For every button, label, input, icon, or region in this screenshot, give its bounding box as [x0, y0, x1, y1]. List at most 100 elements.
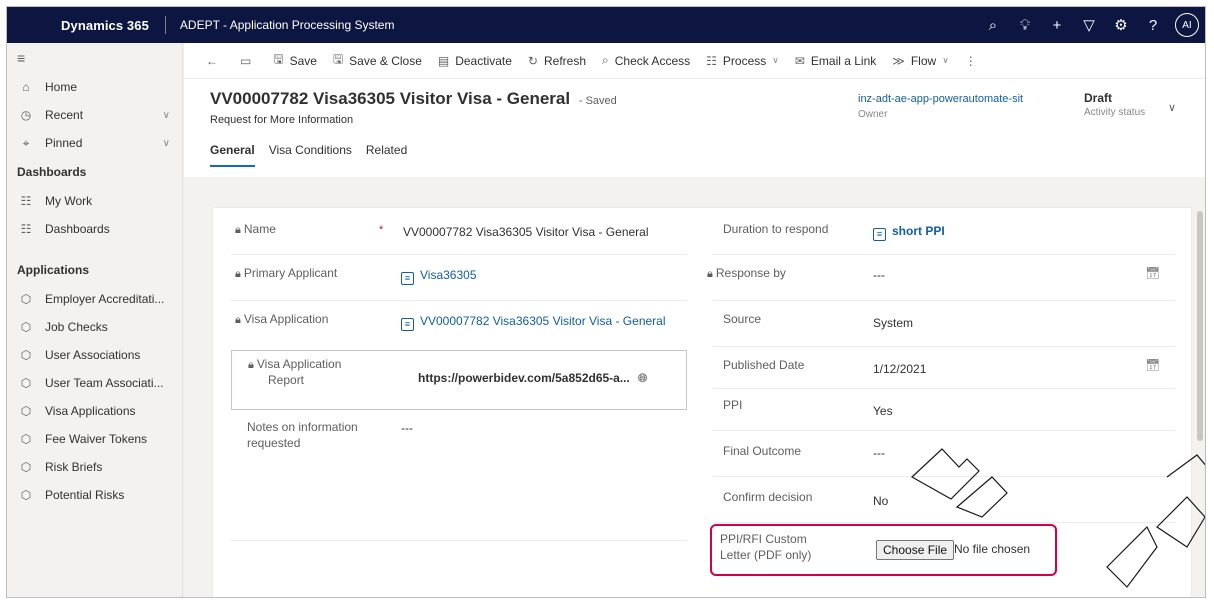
primary-applicant-link[interactable]: Visa36305 — [420, 268, 477, 282]
sidebar-item-dashboards[interactable]: ☷ Dashboards — [7, 215, 182, 243]
save-button[interactable]: 🖫︎ Save — [265, 43, 325, 79]
sidebar-item-label: Potential Risks — [45, 488, 125, 502]
ppi-value[interactable]: Yes — [873, 404, 893, 418]
source-value[interactable]: System — [873, 316, 913, 330]
sidebar-item-my-work[interactable]: ☷ My Work — [7, 187, 182, 215]
calendar-icon[interactable]: 📅︎ — [1145, 358, 1160, 372]
chevron-down-icon: ∨ — [772, 55, 779, 65]
top-icons: ⌕ 💡︎ + ▽ ⚙ ? AI — [977, 7, 1199, 43]
sidebar-item-recent[interactable]: ◷ Recent ∨ — [7, 101, 182, 129]
puzzle-icon: ⬡ — [20, 292, 32, 306]
notes-label-line2: requested — [247, 436, 301, 450]
save-close-button[interactable]: 🖫︎ Save & Close — [325, 43, 430, 79]
sidebar-item-label: Fee Waiver Tokens — [45, 432, 148, 446]
report-url-text[interactable]: https://powerbidev.com/5a852d65-a... — [418, 371, 630, 385]
sidebar-item-visa-applications[interactable]: ⬡ Visa Applications — [7, 397, 182, 425]
plus-icon[interactable]: + — [1041, 7, 1073, 43]
lightbulb-icon[interactable]: 💡︎ — [1009, 7, 1041, 43]
filter-icon[interactable]: ▽ — [1073, 7, 1105, 43]
report-label-line1: Visa Application — [256, 357, 342, 371]
tab-visa-conditions[interactable]: Visa Conditions — [269, 143, 352, 167]
tab-general[interactable]: General — [210, 143, 255, 167]
visa-application-label-text: Visa Application — [243, 312, 329, 326]
gear-icon[interactable]: ⚙ — [1105, 7, 1137, 43]
visa-application-value[interactable]: ≡ VV00007782 Visa36305 Visitor Visa - Gen… — [401, 314, 666, 331]
source-label: Source — [723, 312, 762, 326]
primary-applicant-value[interactable]: ≡ Visa36305 — [401, 268, 477, 285]
sidebar-item-fee-waiver-tokens[interactable]: ⬡ Fee Waiver Tokens — [7, 425, 182, 453]
choose-file-button[interactable]: Choose File — [876, 540, 955, 560]
lock-icon: 🔒︎ — [707, 268, 713, 280]
owner-label: Owner — [858, 109, 888, 120]
confirm-decision-value[interactable]: No — [873, 494, 888, 508]
scrollbar[interactable] — [1193, 207, 1205, 597]
puzzle-icon: ⬡ — [20, 348, 32, 362]
response-by-value[interactable]: --- — [873, 268, 885, 282]
puzzle-icon: ⬡ — [20, 320, 32, 334]
custom-letter-label-line1: PPI/RFI Custom — [720, 532, 807, 546]
record-entity: Request for More Information — [210, 114, 354, 126]
flow-button[interactable]: ≫ Flow ∨ — [884, 43, 957, 79]
popout-button[interactable]: ▭ — [232, 43, 265, 79]
sidebar-item-potential-risks[interactable]: ⬡ Potential Risks — [7, 481, 182, 509]
row-divider — [713, 388, 1175, 389]
row-divider — [713, 300, 1175, 301]
sidebar-item-risk-briefs[interactable]: ⬡ Risk Briefs — [7, 453, 182, 481]
help-icon[interactable]: ? — [1137, 7, 1169, 43]
sidebar-item-label: Visa Applications — [45, 404, 136, 418]
custom-letter-field: PPI/RFI Custom Letter (PDF only) Choose … — [710, 524, 1057, 576]
clock-icon: ◷ — [20, 108, 32, 122]
sidebar-item-user-team-associations[interactable]: ⬡ User Team Associati... — [7, 369, 182, 397]
refresh-button[interactable]: ↻ Refresh — [520, 43, 594, 79]
more-commands-button[interactable]: ⋮ — [957, 43, 991, 79]
row-divider — [231, 540, 687, 541]
scrollbar-thumb[interactable] — [1197, 211, 1203, 441]
sidebar-item-job-checks[interactable]: ⬡ Job Checks — [7, 313, 182, 341]
published-date-value[interactable]: 1/12/2021 — [873, 362, 926, 376]
chevron-down-icon[interactable]: ∨ — [163, 138, 170, 149]
owner-link[interactable]: inz-adt-ae-app-powerautomate-sit — [858, 93, 1023, 105]
sidebar-item-label: Recent — [45, 108, 84, 122]
main-area: ← ▭ 🖫︎ Save 🖫︎ Save & Close ▤ Deactivate ↻ R… — [184, 43, 1205, 597]
duration-value[interactable]: ≡ short PPI — [873, 224, 945, 241]
brand-label[interactable]: Dynamics 365 — [61, 18, 149, 33]
notes-value[interactable]: --- — [401, 421, 413, 435]
back-button[interactable]: ← — [198, 43, 232, 79]
puzzle-icon: ⬡ — [20, 432, 32, 446]
avatar[interactable]: AI — [1175, 13, 1199, 37]
report-url[interactable]: https://powerbidev.com/5a852d65-a... 🌐︎ — [418, 371, 647, 386]
final-outcome-value[interactable]: --- — [873, 446, 885, 460]
tab-related[interactable]: Related — [366, 143, 407, 167]
primary-applicant-label: 🔒︎ Primary Applicant — [235, 266, 337, 282]
sidebar-item-employer-accreditation[interactable]: ⬡ Employer Accreditati... — [7, 285, 182, 313]
chevron-down-icon[interactable]: ∨ — [1168, 101, 1176, 114]
hamburger-icon[interactable]: ≡ — [7, 43, 182, 73]
check-access-button[interactable]: ⌕ Check Access — [594, 43, 698, 79]
report-label: 🔒︎ Visa Application — [248, 357, 341, 373]
chevron-down-icon[interactable]: ∨ — [163, 110, 170, 121]
no-file-chosen-text: No file chosen — [954, 542, 1031, 556]
lock-icon: 🔒︎ — [235, 224, 241, 236]
globe-icon[interactable]: 🌐︎ — [638, 371, 648, 385]
required-indicator: * — [379, 224, 384, 236]
name-value[interactable]: VV00007782 Visa36305 Visitor Visa - Gene… — [403, 225, 649, 239]
search-icon[interactable]: ⌕ — [977, 7, 1009, 43]
row-divider — [713, 346, 1175, 347]
app-title[interactable]: ADEPT - Application Processing System — [180, 18, 395, 32]
flow-icon: ≫ — [892, 53, 905, 68]
duration-link[interactable]: short PPI — [892, 224, 945, 238]
calendar-icon[interactable]: 📅︎ — [1145, 266, 1160, 280]
email-link-button[interactable]: ✉ Email a Link — [787, 43, 884, 79]
row-divider — [713, 476, 1175, 477]
process-button[interactable]: ☷ Process ∨ — [698, 43, 787, 79]
visa-application-link[interactable]: VV00007782 Visa36305 Visitor Visa - Gene… — [420, 314, 666, 328]
notes-label-line1: Notes on information — [247, 420, 358, 434]
sidebar-item-home[interactable]: ⌂ Home — [7, 73, 182, 101]
sidebar-item-label: Home — [45, 80, 78, 94]
top-bar: Dynamics 365 ADEPT - Application Process… — [7, 7, 1205, 43]
sidebar-item-user-associations[interactable]: ⬡ User Associations — [7, 341, 182, 369]
deactivate-label: Deactivate — [455, 53, 512, 68]
deactivate-button[interactable]: ▤ Deactivate — [430, 43, 520, 79]
sidebar-item-pinned[interactable]: ⌖ Pinned ∨ — [7, 129, 182, 157]
app-window: Dynamics 365 ADEPT - Application Process… — [6, 6, 1206, 598]
